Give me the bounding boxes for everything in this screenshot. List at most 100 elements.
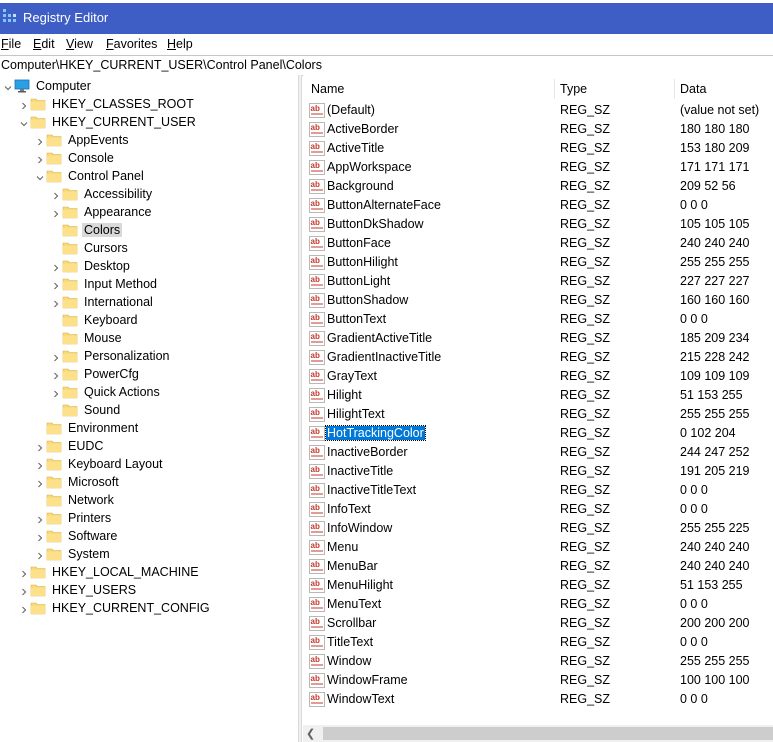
tree-node-international[interactable]: International <box>0 293 298 311</box>
value-row[interactable]: ab TitleText REG_SZ 0 0 0 <box>303 633 773 652</box>
value-row[interactable]: ab HotTrackingColor REG_SZ 0 102 204 <box>303 424 773 443</box>
value-row[interactable]: ab GrayText REG_SZ 109 109 109 <box>303 367 773 386</box>
values-list[interactable]: Name Type Data ab (Default) REG_SZ (value n… <box>303 75 773 725</box>
value-row[interactable]: ab ButtonDkShadow REG_SZ 105 105 105 <box>303 215 773 234</box>
tree-node-appevents[interactable]: AppEvents <box>0 131 298 149</box>
value-row[interactable]: ab GradientInactiveTitle REG_SZ 215 228 242 <box>303 348 773 367</box>
value-row[interactable]: ab InactiveTitle REG_SZ 191 205 219 <box>303 462 773 481</box>
value-row[interactable]: ab Hilight REG_SZ 51 153 255 <box>303 386 773 405</box>
tree-node-keyboard-layout[interactable]: Keyboard Layout <box>0 455 298 473</box>
chevron-down-icon[interactable] <box>20 117 28 127</box>
tree-node-input-method[interactable]: Input Method <box>0 275 298 293</box>
scroll-left-icon[interactable]: ❮ <box>306 727 315 740</box>
tree-node-keyboard[interactable]: Keyboard <box>0 311 298 329</box>
value-row[interactable]: ab Window REG_SZ 255 255 255 <box>303 652 773 671</box>
value-row[interactable]: ab ButtonAlternateFace REG_SZ 0 0 0 <box>303 196 773 215</box>
chevron-right-icon[interactable] <box>52 297 60 308</box>
tree-node-printers[interactable]: Printers <box>0 509 298 527</box>
chevron-right-icon[interactable] <box>52 387 60 398</box>
chevron-right-icon[interactable] <box>20 585 28 596</box>
chevron-right-icon[interactable] <box>36 477 44 488</box>
chevron-right-icon[interactable] <box>36 513 44 524</box>
menu-help[interactable]: Help <box>167 37 193 51</box>
value-row[interactable]: ab InfoText REG_SZ 0 0 0 <box>303 500 773 519</box>
menu-edit[interactable]: Edit <box>33 37 55 51</box>
chevron-right-icon[interactable] <box>52 261 60 272</box>
chevron-right-icon[interactable] <box>52 351 60 362</box>
column-header-name[interactable]: Name <box>303 75 553 101</box>
chevron-right-icon[interactable] <box>36 531 44 542</box>
tree-node-control-panel[interactable]: Control Panel <box>0 167 298 185</box>
value-row[interactable]: ab MenuText REG_SZ 0 0 0 <box>303 595 773 614</box>
title-bar[interactable]: Registry Editor <box>0 0 773 34</box>
tree-node-hkey-classes-root[interactable]: HKEY_CLASSES_ROOT <box>0 95 298 113</box>
tree-node-powercfg[interactable]: PowerCfg <box>0 365 298 383</box>
tree-node-personalization[interactable]: Personalization <box>0 347 298 365</box>
value-row[interactable]: ab WindowFrame REG_SZ 100 100 100 <box>303 671 773 690</box>
tree-node-hkey-current-config[interactable]: HKEY_CURRENT_CONFIG <box>0 599 298 617</box>
value-row[interactable]: ab Background REG_SZ 209 52 56 <box>303 177 773 196</box>
pane-splitter[interactable] <box>298 75 302 742</box>
chevron-right-icon[interactable] <box>52 189 60 200</box>
tree-node-cursors[interactable]: Cursors <box>0 239 298 257</box>
chevron-right-icon[interactable] <box>52 369 60 380</box>
tree-node-mouse[interactable]: Mouse <box>0 329 298 347</box>
tree-node-quick-actions[interactable]: Quick Actions <box>0 383 298 401</box>
column-header-type[interactable]: Type <box>555 75 675 101</box>
horizontal-scrollbar[interactable]: ❮ <box>303 725 773 742</box>
tree-node-console[interactable]: Console <box>0 149 298 167</box>
value-row[interactable]: ab MenuHilight REG_SZ 51 153 255 <box>303 576 773 595</box>
value-row[interactable]: ab InfoWindow REG_SZ 255 255 225 <box>303 519 773 538</box>
value-row[interactable]: ab ButtonShadow REG_SZ 160 160 160 <box>303 291 773 310</box>
value-row[interactable]: ab ButtonFace REG_SZ 240 240 240 <box>303 234 773 253</box>
value-row[interactable]: ab Menu REG_SZ 240 240 240 <box>303 538 773 557</box>
value-row[interactable]: ab ButtonLight REG_SZ 227 227 227 <box>303 272 773 291</box>
registry-tree[interactable]: Computer HKEY_CLASSES_ROOT HKEY_CURRENT_US… <box>0 75 298 742</box>
tree-node-colors[interactable]: Colors <box>0 221 298 239</box>
chevron-right-icon[interactable] <box>20 603 28 614</box>
menu-view[interactable]: View <box>66 37 93 51</box>
tree-node-computer[interactable]: Computer <box>0 77 298 95</box>
tree-node-hkey-current-user[interactable]: HKEY_CURRENT_USER <box>0 113 298 131</box>
tree-node-appearance[interactable]: Appearance <box>0 203 298 221</box>
address-path[interactable]: Computer\HKEY_CURRENT_USER\Control Panel… <box>1 58 322 72</box>
value-row[interactable]: ab InactiveBorder REG_SZ 244 247 252 <box>303 443 773 462</box>
tree-node-software[interactable]: Software <box>0 527 298 545</box>
chevron-right-icon[interactable] <box>52 207 60 218</box>
value-row[interactable]: ab InactiveTitleText REG_SZ 0 0 0 <box>303 481 773 500</box>
value-row[interactable]: ab ButtonText REG_SZ 0 0 0 <box>303 310 773 329</box>
value-row[interactable]: ab ActiveBorder REG_SZ 180 180 180 <box>303 120 773 139</box>
menu-favorites[interactable]: Favorites <box>106 37 157 51</box>
chevron-right-icon[interactable] <box>36 153 44 164</box>
value-row[interactable]: ab WindowText REG_SZ 0 0 0 <box>303 690 773 709</box>
chevron-right-icon[interactable] <box>36 135 44 146</box>
value-row[interactable]: ab GradientActiveTitle REG_SZ 185 209 234 <box>303 329 773 348</box>
value-row[interactable]: ab HilightText REG_SZ 255 255 255 <box>303 405 773 424</box>
value-row[interactable]: ab (Default) REG_SZ (value not set) <box>303 101 773 120</box>
scrollbar-thumb[interactable] <box>323 727 773 740</box>
tree-node-system[interactable]: System <box>0 545 298 563</box>
value-row[interactable]: ab ButtonHilight REG_SZ 255 255 255 <box>303 253 773 272</box>
column-header-data[interactable]: Data <box>675 75 773 101</box>
tree-node-accessibility[interactable]: Accessibility <box>0 185 298 203</box>
chevron-down-icon[interactable] <box>4 81 12 91</box>
tree-node-environment[interactable]: Environment <box>0 419 298 437</box>
tree-node-eudc[interactable]: EUDC <box>0 437 298 455</box>
chevron-right-icon[interactable] <box>20 567 28 578</box>
chevron-right-icon[interactable] <box>36 441 44 452</box>
tree-node-microsoft[interactable]: Microsoft <box>0 473 298 491</box>
value-row[interactable]: ab MenuBar REG_SZ 240 240 240 <box>303 557 773 576</box>
value-row[interactable]: ab Scrollbar REG_SZ 200 200 200 <box>303 614 773 633</box>
tree-node-hkey-users[interactable]: HKEY_USERS <box>0 581 298 599</box>
tree-node-network[interactable]: Network <box>0 491 298 509</box>
chevron-right-icon[interactable] <box>36 549 44 560</box>
tree-node-desktop[interactable]: Desktop <box>0 257 298 275</box>
value-row[interactable]: ab ActiveTitle REG_SZ 153 180 209 <box>303 139 773 158</box>
chevron-right-icon[interactable] <box>52 279 60 290</box>
tree-node-sound[interactable]: Sound <box>0 401 298 419</box>
chevron-down-icon[interactable] <box>36 171 44 181</box>
tree-node-hkey-local-machine[interactable]: HKEY_LOCAL_MACHINE <box>0 563 298 581</box>
address-bar[interactable]: Computer\HKEY_CURRENT_USER\Control Panel… <box>0 55 773 76</box>
chevron-right-icon[interactable] <box>36 459 44 470</box>
menu-file[interactable]: File <box>1 37 21 51</box>
